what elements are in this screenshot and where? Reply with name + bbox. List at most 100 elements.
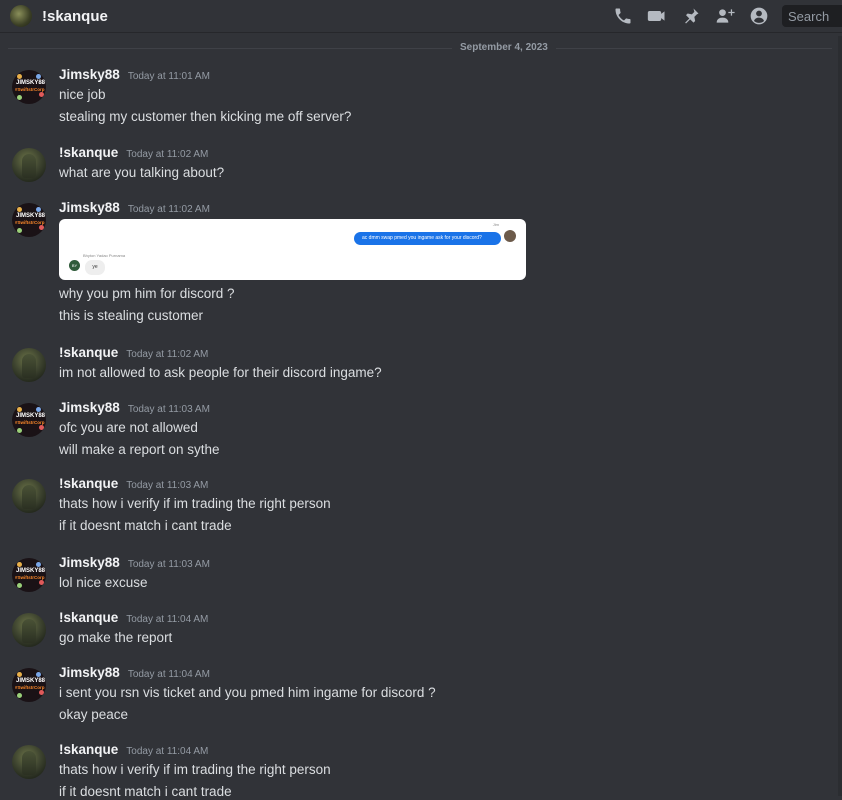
video-icon[interactable] xyxy=(640,0,674,32)
avatar[interactable]: JIMSKY88 #SwiftstrCorp xyxy=(12,403,46,437)
avatar[interactable]: JIMSKY88 #SwiftstrCorp xyxy=(12,70,46,104)
avatar-badge xyxy=(39,425,44,430)
message-timestamp: Today at 11:04 AM xyxy=(127,669,210,680)
message-text: thats how i verify if im trading the rig… xyxy=(59,762,331,777)
avatar[interactable] xyxy=(12,479,46,513)
avatar-figure xyxy=(22,354,36,378)
image-attachment[interactable]: Jim ac dmm swap pmed you ingame ask for y… xyxy=(59,219,526,280)
message-timestamp: Today at 11:03 AM xyxy=(127,404,210,415)
avatar-badge xyxy=(17,95,22,100)
author-name[interactable]: Jimsky88 xyxy=(59,555,120,570)
avatar[interactable] xyxy=(12,148,46,182)
date-divider-line xyxy=(8,48,832,49)
avatar-badge xyxy=(17,428,22,433)
avatar-art: JIMSKY88 #SwiftstrCorp xyxy=(12,70,46,104)
message-header: Jimsky88 Today at 11:03 AM xyxy=(59,555,210,570)
author-name[interactable]: !skanque xyxy=(59,145,118,160)
author-name[interactable]: Jimsky88 xyxy=(59,400,120,415)
message-text: stealing my customer then kicking me off… xyxy=(59,109,352,124)
message-header: Jimsky88 Today at 11:01 AM xyxy=(59,67,210,82)
avatar-figure xyxy=(22,154,36,178)
author-name[interactable]: !skanque xyxy=(59,476,118,491)
message-header: Jimsky88 Today at 11:04 AM xyxy=(59,665,210,680)
avatar[interactable] xyxy=(12,613,46,647)
avatar-art: JIMSKY88 #SwiftstrCorp xyxy=(12,558,46,592)
avatar-badge xyxy=(17,207,22,212)
message-timestamp: Today at 11:03 AM xyxy=(126,480,209,491)
avatar-badge xyxy=(17,672,22,677)
add-friend-icon[interactable] xyxy=(708,0,742,32)
message-header: Jimsky88 Today at 11:03 AM xyxy=(59,400,210,415)
phone-icon[interactable] xyxy=(606,0,640,32)
message-timestamp: Today at 11:04 AM xyxy=(126,746,209,757)
author-name[interactable]: !skanque xyxy=(59,345,118,360)
attachment-avatar: BY xyxy=(69,260,80,271)
scrollbar[interactable] xyxy=(838,36,842,796)
avatar-badge xyxy=(36,207,41,212)
avatar-badge xyxy=(17,228,22,233)
message-timestamp: Today at 11:03 AM xyxy=(127,559,210,570)
user-profile-icon[interactable] xyxy=(742,0,776,32)
message-text: i sent you rsn vis ticket and you pmed h… xyxy=(59,685,436,700)
message-header: !skanque Today at 11:02 AM xyxy=(59,345,208,360)
avatar-art: JIMSKY88 #SwiftstrCorp xyxy=(12,203,46,237)
message-text: ofc you are not allowed xyxy=(59,420,198,435)
message-text: why you pm him for discord ? xyxy=(59,286,235,301)
message-timestamp: Today at 11:01 AM xyxy=(127,71,210,82)
avatar-art: JIMSKY88 #SwiftstrCorp xyxy=(12,403,46,437)
avatar-badge xyxy=(39,690,44,695)
channel-title: !skanque xyxy=(42,7,108,25)
message-text: if it doesnt match i cant trade xyxy=(59,518,232,533)
message-text: this is stealing customer xyxy=(59,308,204,323)
message-header: Jimsky88 Today at 11:02 AM xyxy=(59,200,210,215)
avatar-badge xyxy=(36,672,41,677)
message-timestamp: Today at 11:02 AM xyxy=(126,149,209,160)
avatar-badge xyxy=(39,92,44,97)
channel-header: !skanque Search xyxy=(0,0,842,33)
avatar-badge xyxy=(39,225,44,230)
avatar-badge xyxy=(36,74,41,79)
avatar[interactable] xyxy=(12,745,46,779)
attachment-bubble: ac dmm swap pmed you ingame ask for your… xyxy=(354,232,501,245)
message-text: im not allowed to ask people for their d… xyxy=(59,365,382,380)
pin-icon[interactable] xyxy=(674,0,708,32)
avatar-badge xyxy=(17,583,22,588)
date-divider: September 4, 2023 xyxy=(452,42,556,53)
message-timestamp: Today at 11:02 AM xyxy=(126,349,209,360)
message-header: !skanque Today at 11:04 AM xyxy=(59,742,208,757)
author-name[interactable]: !skanque xyxy=(59,610,118,625)
avatar-badge xyxy=(36,407,41,412)
avatar[interactable] xyxy=(12,348,46,382)
message-text: lol nice excuse xyxy=(59,575,148,590)
message-text: what are you talking about? xyxy=(59,165,225,180)
message-timestamp: Today at 11:04 AM xyxy=(126,614,209,625)
message-text: okay peace xyxy=(59,707,129,722)
author-name[interactable]: Jimsky88 xyxy=(59,200,120,215)
author-name[interactable]: Jimsky88 xyxy=(59,67,120,82)
message-text: nice job xyxy=(59,87,106,102)
attachment-bubble: ye xyxy=(85,260,105,275)
avatar-figure xyxy=(22,619,36,643)
avatar-text: JIMSKY88 xyxy=(16,568,46,574)
avatar-text: JIMSKY88 xyxy=(16,413,46,419)
dm-user-avatar[interactable] xyxy=(10,5,32,27)
message-text: thats how i verify if im trading the rig… xyxy=(59,496,331,511)
avatar-badge xyxy=(17,74,22,79)
message-header: !skanque Today at 11:02 AM xyxy=(59,145,208,160)
message-header: !skanque Today at 11:03 AM xyxy=(59,476,208,491)
message-text: if it doesnt match i cant trade xyxy=(59,784,232,799)
attachment-meta: Jim xyxy=(492,222,499,227)
author-name[interactable]: Jimsky88 xyxy=(59,665,120,680)
search-input[interactable]: Search xyxy=(782,5,842,27)
avatar[interactable]: JIMSKY88 #SwiftstrCorp xyxy=(12,203,46,237)
attachment-meta: Bhyton Yadao Purnama xyxy=(83,253,126,258)
avatar-figure xyxy=(22,751,36,775)
avatar[interactable]: JIMSKY88 #SwiftstrCorp xyxy=(12,668,46,702)
author-name[interactable]: !skanque xyxy=(59,742,118,757)
avatar-text: JIMSKY88 xyxy=(16,678,46,684)
avatar-badge xyxy=(17,562,22,567)
message-text: will make a report on sythe xyxy=(59,442,220,457)
message-text: go make the report xyxy=(59,630,173,645)
avatar-badge xyxy=(17,693,22,698)
avatar[interactable]: JIMSKY88 #SwiftstrCorp xyxy=(12,558,46,592)
